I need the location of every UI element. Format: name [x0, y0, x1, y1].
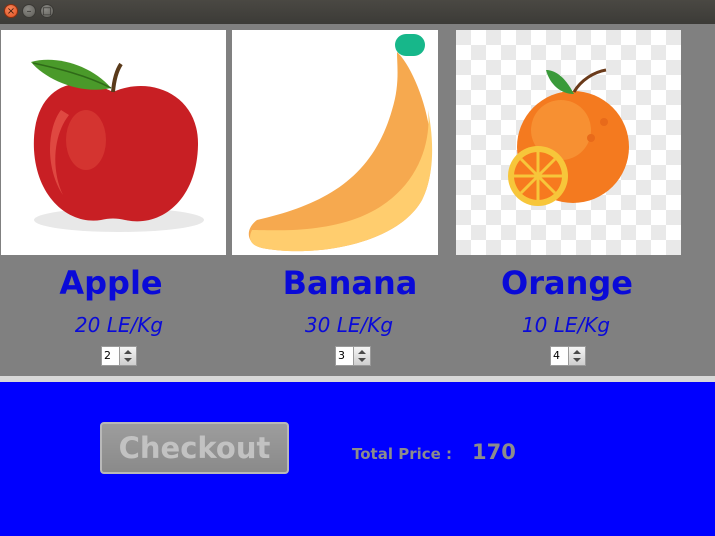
total-price-value: 170: [472, 440, 516, 464]
spinner-buttons-orange[interactable]: [568, 347, 585, 365]
product-price-apple: 20 LE/Kg: [74, 313, 164, 337]
apple-image: [1, 30, 226, 255]
orange-image: [456, 30, 681, 255]
arrow-up-icon[interactable]: [124, 350, 132, 354]
product-name-banana: Banana: [282, 264, 418, 302]
checkout-button[interactable]: Checkout: [100, 422, 289, 474]
banana-image: [232, 30, 438, 255]
spinner-buttons-banana[interactable]: [353, 347, 370, 365]
arrow-up-icon[interactable]: [358, 350, 366, 354]
product-price-orange: 10 LE/Kg: [521, 313, 611, 337]
quantity-value-banana[interactable]: 3: [338, 349, 345, 362]
minimize-window-icon[interactable]: –: [22, 4, 36, 18]
close-window-icon[interactable]: ×: [4, 4, 18, 18]
orange-icon: [456, 30, 681, 255]
apple-icon: [31, 59, 204, 232]
arrow-down-icon[interactable]: [358, 358, 366, 362]
quantity-spinner-banana[interactable]: 3: [335, 346, 371, 366]
checkout-panel: Checkout Total Price : 170: [0, 382, 715, 536]
product-name-orange: Orange: [501, 264, 633, 302]
window-titlebar: × – □: [0, 0, 715, 24]
arrow-down-icon[interactable]: [124, 358, 132, 362]
quantity-spinner-orange[interactable]: 4: [550, 346, 586, 366]
arrow-up-icon[interactable]: [573, 350, 581, 354]
spinner-buttons-apple[interactable]: [119, 347, 136, 365]
maximize-window-icon[interactable]: □: [40, 4, 54, 18]
products-panel: Apple Banana Orange 20 LE/Kg 30 LE/Kg 10…: [0, 24, 715, 376]
quantity-value-orange[interactable]: 4: [553, 349, 560, 362]
banana-icon: [248, 34, 433, 252]
quantity-spinner-apple[interactable]: 2: [101, 346, 137, 366]
arrow-down-icon[interactable]: [573, 358, 581, 362]
total-price-label: Total Price :: [352, 445, 453, 463]
product-name-apple: Apple: [59, 264, 163, 302]
quantity-value-apple[interactable]: 2: [104, 349, 111, 362]
product-price-banana: 30 LE/Kg: [304, 313, 394, 337]
